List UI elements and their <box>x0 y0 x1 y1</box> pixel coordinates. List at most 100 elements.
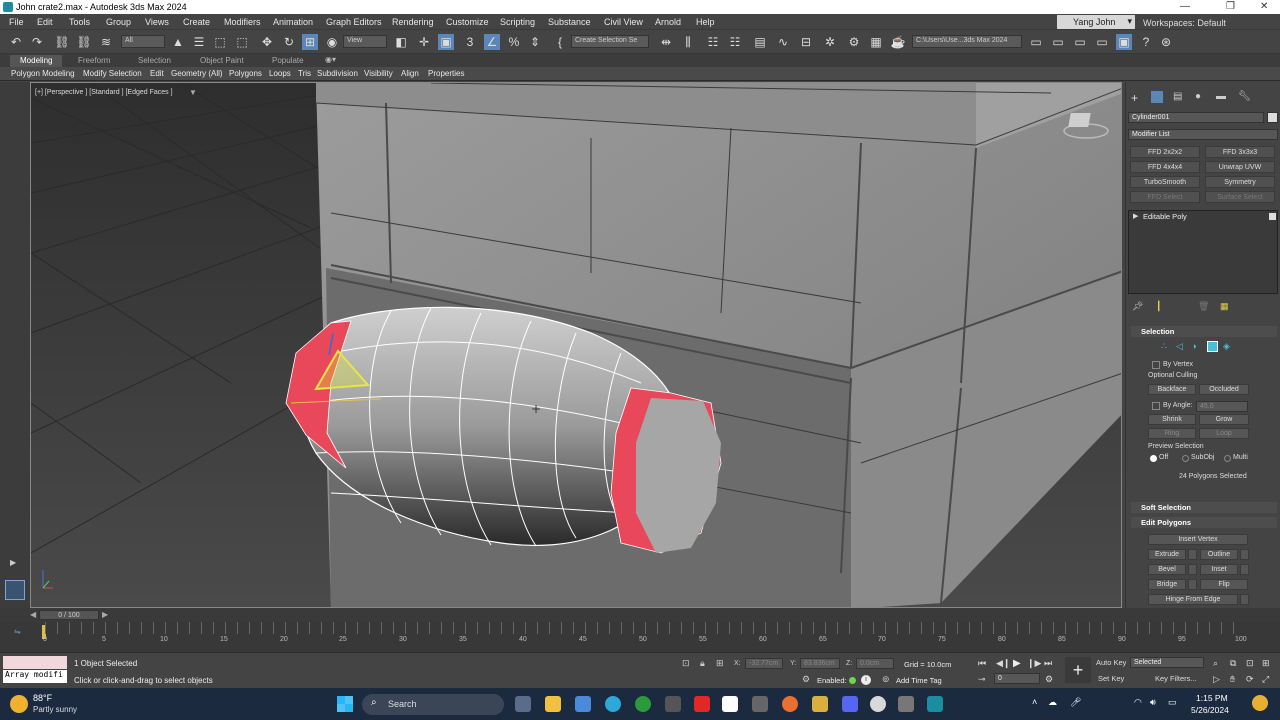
place-icon[interactable]: ◉ <box>324 34 340 50</box>
viewport-label[interactable]: [+] [Perspective ] [Standard ] [Edged Fa… <box>35 89 173 96</box>
link-icon[interactable]: ⛓ <box>54 34 70 50</box>
command-panel-toggle-icon[interactable]: ▣ <box>1116 34 1132 50</box>
file-explorer-icon[interactable] <box>545 696 561 712</box>
menu-scripting[interactable]: Scripting <box>500 17 535 27</box>
scale-icon[interactable]: ⊞ <box>302 34 318 50</box>
inset-settings-button[interactable] <box>1240 564 1249 575</box>
ribbon-visibility[interactable]: Visibility <box>364 69 393 78</box>
tab-freeform[interactable]: Freeform <box>68 55 120 67</box>
ribbon-align[interactable]: Align <box>401 69 419 78</box>
notification-icon[interactable] <box>1252 695 1268 711</box>
edit-named-sets-icon[interactable]: { <box>552 34 568 50</box>
menu-arnold[interactable]: Arnold <box>655 17 681 27</box>
border-mode-icon[interactable]: ◗ <box>1192 341 1197 351</box>
prev-frame-icon[interactable]: ◀❙ <box>996 658 1010 669</box>
extrude-button[interactable]: Extrude <box>1148 549 1186 560</box>
project-folder-icon[interactable]: ▭ <box>1028 34 1044 50</box>
project-path-dropdown[interactable]: C:\Users\Use...3ds Max 2024 <box>912 35 1022 48</box>
window-crossing-icon[interactable]: ⬚ <box>234 34 250 50</box>
configure-sets-icon[interactable]: ▦ <box>1220 301 1229 312</box>
render-setup-icon[interactable]: ⚙ <box>846 34 862 50</box>
curve-editor-icon[interactable]: ∿ <box>775 34 791 50</box>
move-icon[interactable]: ✥ <box>259 34 275 50</box>
inset-button[interactable]: Inset <box>1200 564 1238 575</box>
ribbon-geometry-all[interactable]: Geometry (All) <box>171 69 223 78</box>
extrude-settings-button[interactable] <box>1188 549 1197 560</box>
select-manipulate-icon[interactable]: ✛ <box>416 34 432 50</box>
rotate-icon[interactable]: ↻ <box>281 34 297 50</box>
menu-graph-editors[interactable]: Graph Editors <box>326 17 382 27</box>
viewport-filter-icon[interactable]: ▼ <box>189 88 197 97</box>
schematic-view-icon[interactable]: ⊟ <box>798 34 814 50</box>
ribbon-options-icon[interactable]: ◉▾ <box>325 55 336 64</box>
modifier-list-dropdown[interactable]: Modifier List <box>1128 129 1278 140</box>
mod-ffd-4x4x4-button[interactable]: FFD 4x4x4 <box>1130 161 1200 173</box>
selection-rollout-header[interactable]: Selection <box>1131 326 1277 337</box>
amazon-icon[interactable] <box>722 696 738 712</box>
zoom-extents-all-icon[interactable]: ⊞ <box>1262 658 1270 669</box>
flip-button[interactable]: Flip <box>1200 579 1248 590</box>
isolate-selection-icon[interactable]: ⊡ <box>682 658 690 669</box>
toolbar-icon-c[interactable]: ▭ <box>1094 34 1110 50</box>
by-vertex-checkbox[interactable] <box>1152 361 1160 369</box>
y-coordinate-field[interactable]: 83.836cm <box>800 658 840 669</box>
loop-button[interactable]: Loop <box>1199 428 1249 439</box>
reference-coord-dropdown[interactable]: View <box>343 35 387 48</box>
show-end-result-icon[interactable]: ┃ <box>1156 301 1161 312</box>
app-icon-c[interactable] <box>898 696 914 712</box>
xbox-icon[interactable] <box>635 696 651 712</box>
shrink-button[interactable]: Shrink <box>1148 414 1196 425</box>
preview-multi-radio[interactable] <box>1224 455 1231 462</box>
zoom-icon[interactable]: ⌕ <box>1213 658 1218 669</box>
time-next-icon[interactable]: ▶ <box>102 610 108 619</box>
align-icon[interactable]: ⫼ <box>680 34 696 50</box>
ribbon-edit[interactable]: Edit <box>150 69 164 78</box>
bevel-button[interactable]: Bevel <box>1148 564 1186 575</box>
taskbar-search-box[interactable]: ⌕ Search <box>362 694 504 715</box>
toolbar-icon-a[interactable]: ▭ <box>1050 34 1066 50</box>
menu-animation[interactable]: Animation <box>273 17 313 27</box>
motion-tab-icon[interactable]: ● <box>1195 91 1201 102</box>
tab-modeling[interactable]: Modeling <box>10 55 63 67</box>
weather-desc[interactable]: Partly sunny <box>33 705 77 714</box>
fov-icon[interactable]: ▷ <box>1213 674 1220 685</box>
polygon-mode-icon[interactable] <box>1207 341 1218 352</box>
discord-icon[interactable] <box>842 696 858 712</box>
menu-help[interactable]: Help <box>696 17 715 27</box>
vertex-mode-icon[interactable]: ∴ <box>1161 341 1167 352</box>
select-object-icon[interactable]: ▲ <box>170 34 186 50</box>
windows-start-icon[interactable] <box>337 696 353 712</box>
select-by-name-icon[interactable]: ☰ <box>191 34 207 50</box>
expand-arrow-icon[interactable]: ▶ <box>10 558 16 567</box>
angle-snap-icon[interactable]: ∠ <box>484 34 500 50</box>
edge-icon[interactable] <box>605 696 621 712</box>
insert-vertex-button[interactable]: Insert Vertex <box>1148 534 1248 545</box>
pivot-center-icon[interactable]: ◧ <box>393 34 409 50</box>
firefox-icon[interactable] <box>782 696 798 712</box>
outline-settings-button[interactable] <box>1240 549 1249 560</box>
time-prev-icon[interactable]: ◀ <box>30 610 36 619</box>
ribbon-modify-selection[interactable]: Modify Selection <box>83 69 142 78</box>
notes-icon[interactable] <box>812 696 828 712</box>
wifi-icon[interactable]: ◠ <box>1134 697 1142 708</box>
track-bar[interactable]: ⇋ 0 5 10 15 20 25 30 35 40 45 50 55 60 6… <box>0 622 1280 652</box>
mod-ffd-3x3x3-button[interactable]: FFD 3x3x3 <box>1205 146 1275 158</box>
stack-visibility-icon[interactable] <box>1269 213 1276 220</box>
time-config-icon[interactable]: ⚙ <box>1045 674 1053 685</box>
weather-icon[interactable] <box>10 695 28 713</box>
set-key-big-icon[interactable]: + <box>1065 657 1091 683</box>
info-icon[interactable]: i <box>861 675 871 685</box>
workspace-dropdown[interactable]: Workspaces: Default <box>1143 18 1226 28</box>
lock-selection-icon[interactable]: 🔒︎ <box>700 658 705 669</box>
3dsmax-taskbar-icon[interactable] <box>927 696 943 712</box>
menu-modifiers[interactable]: Modifiers <box>224 17 261 27</box>
rectangle-selection-icon[interactable]: ⬚ <box>212 34 228 50</box>
goto-end-icon[interactable]: ⏭ <box>1044 658 1052 669</box>
hinge-from-edge-button[interactable]: Hinge From Edge <box>1148 594 1238 605</box>
auto-key-button[interactable]: Auto Key <box>1096 658 1126 667</box>
zoom-all-icon[interactable]: ⧉ <box>1230 658 1236 669</box>
ribbon-loops[interactable]: Loops <box>269 69 291 78</box>
modify-tab-icon[interactable] <box>1151 91 1163 103</box>
named-selection-sets-dropdown[interactable]: Create Selection Se <box>571 35 649 48</box>
help-icon[interactable]: ? <box>1138 34 1154 50</box>
